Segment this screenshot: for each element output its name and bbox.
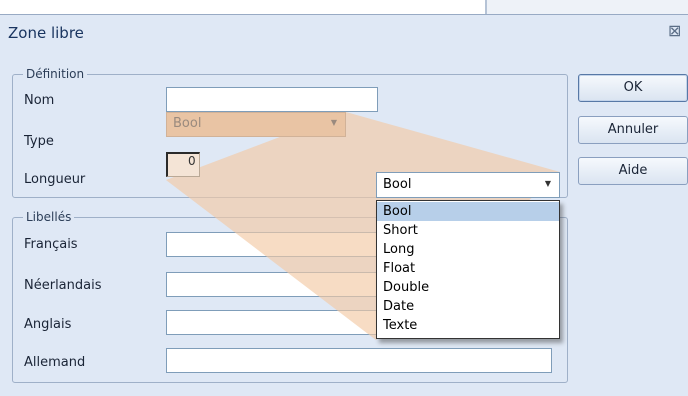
ok-button[interactable]: OK xyxy=(578,74,688,102)
zoom-callout xyxy=(166,112,560,340)
chevron-down-icon: ▼ xyxy=(544,179,551,188)
type-dropdown-value: Bool xyxy=(383,177,412,192)
type-option-texte[interactable]: Texte xyxy=(377,316,559,335)
chevron-down-icon: ▼ xyxy=(330,118,337,127)
type-option-double[interactable]: Double xyxy=(377,278,559,297)
type-option-bool[interactable]: Bool xyxy=(377,202,559,221)
type-option-long[interactable]: Long xyxy=(377,240,559,259)
type-dropdown[interactable]: Bool ▼ xyxy=(376,172,560,198)
type-option-short[interactable]: Short xyxy=(377,221,559,240)
type-option-float[interactable]: Float xyxy=(377,259,559,278)
aide-button[interactable]: Aide xyxy=(578,157,688,185)
type-combo-value: Bool xyxy=(173,116,202,131)
longueur-input[interactable]: 0 xyxy=(166,152,200,177)
type-combo[interactable]: Bool ▼ xyxy=(166,112,346,137)
type-option-date[interactable]: Date xyxy=(377,297,559,316)
annuler-button[interactable]: Annuler xyxy=(578,116,688,144)
type-dropdown-list: Bool Short Long Float Double Date Texte xyxy=(376,200,560,339)
longueur-value: 0 xyxy=(188,154,196,168)
